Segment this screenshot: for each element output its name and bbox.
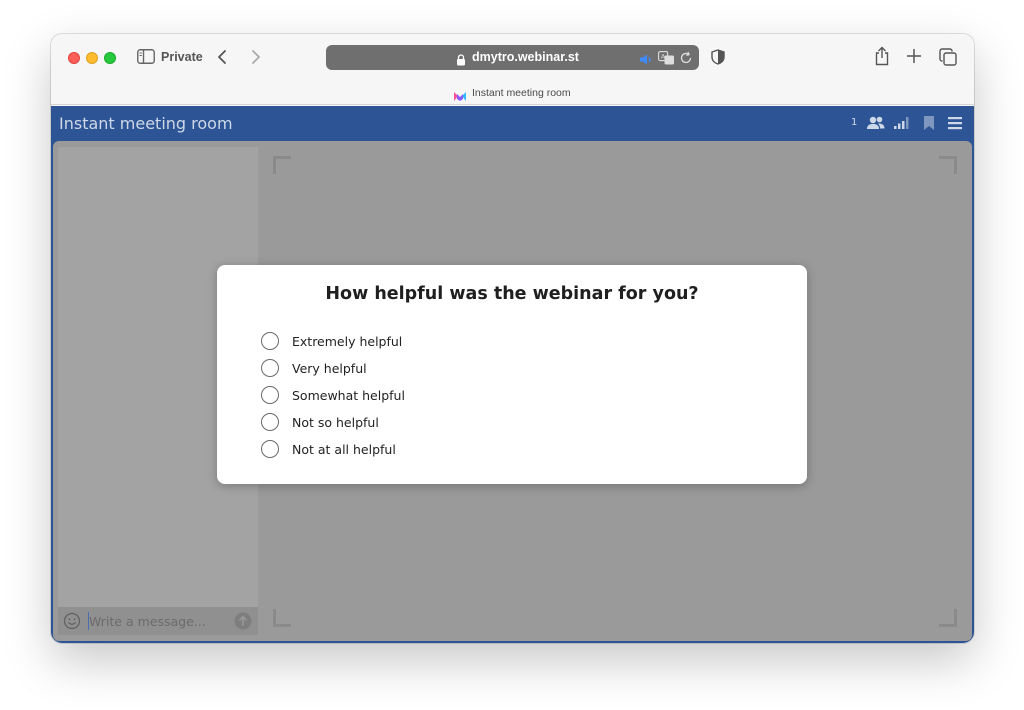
radio-button[interactable] <box>261 332 279 350</box>
participant-count: 1 <box>851 117 858 128</box>
audio-icon[interactable] <box>639 51 653 65</box>
video-frame-corner <box>939 156 957 174</box>
minimize-window-button[interactable] <box>86 52 98 64</box>
radio-button[interactable] <box>261 440 279 458</box>
radio-button[interactable] <box>261 413 279 431</box>
close-window-button[interactable] <box>68 52 80 64</box>
tab-bar: Instant meeting room <box>51 81 974 105</box>
new-tab-icon[interactable] <box>906 48 922 64</box>
chat-input-bar <box>58 607 258 635</box>
room-title: Instant meeting room <box>59 114 233 133</box>
poll-option-very-helpful[interactable]: Very helpful <box>261 358 561 378</box>
poll-option-extremely-helpful[interactable]: Extremely helpful <box>261 331 561 351</box>
shield-icon[interactable] <box>711 49 725 65</box>
app-header: Instant meeting room 1 <box>51 106 974 141</box>
video-frame-corner <box>273 609 291 627</box>
browser-toolbar: Private dmytro.webinar.st A <box>51 34 974 81</box>
poll-option-label: Not so helpful <box>292 414 379 430</box>
webinar-favicon-icon <box>453 87 467 101</box>
poll-option-not-at-all-helpful[interactable]: Not at all helpful <box>261 439 561 459</box>
poll-option-label: Extremely helpful <box>292 333 403 349</box>
poll-option-not-so-helpful[interactable]: Not so helpful <box>261 412 561 432</box>
poll-option-somewhat-helpful[interactable]: Somewhat helpful <box>261 385 561 405</box>
zoom-window-button[interactable] <box>104 52 116 64</box>
share-icon[interactable] <box>874 46 890 66</box>
menu-icon[interactable] <box>948 115 962 131</box>
radio-button[interactable] <box>261 386 279 404</box>
chat-message-input[interactable] <box>88 612 228 630</box>
people-icon[interactable] <box>866 115 886 131</box>
url-text[interactable]: dmytro.webinar.st <box>472 50 579 64</box>
video-frame-corner <box>939 609 957 627</box>
sidebar-toggle-icon[interactable] <box>137 49 155 64</box>
forward-icon[interactable] <box>247 48 263 66</box>
video-frame-corner <box>273 156 291 174</box>
private-mode-label: Private <box>161 50 203 64</box>
emoji-icon[interactable] <box>63 612 81 630</box>
poll-option-label: Somewhat helpful <box>292 387 405 403</box>
reload-icon[interactable] <box>679 50 693 64</box>
tab-title[interactable]: Instant meeting room <box>472 87 571 99</box>
tab-overview-icon[interactable] <box>939 48 957 66</box>
lock-icon <box>456 51 466 66</box>
back-icon[interactable] <box>215 48 231 66</box>
signal-icon[interactable] <box>893 115 911 131</box>
bookmark-icon[interactable] <box>923 115 935 131</box>
translate-icon[interactable]: A <box>658 50 675 65</box>
send-icon[interactable] <box>234 612 252 630</box>
poll-dialog: How helpful was the webinar for you? Ext… <box>217 265 807 484</box>
radio-button[interactable] <box>261 359 279 377</box>
address-bar[interactable]: dmytro.webinar.st A <box>326 45 699 70</box>
poll-option-label: Not at all helpful <box>292 441 396 457</box>
poll-question: How helpful was the webinar for you? <box>325 284 699 304</box>
poll-option-label: Very helpful <box>292 360 367 376</box>
